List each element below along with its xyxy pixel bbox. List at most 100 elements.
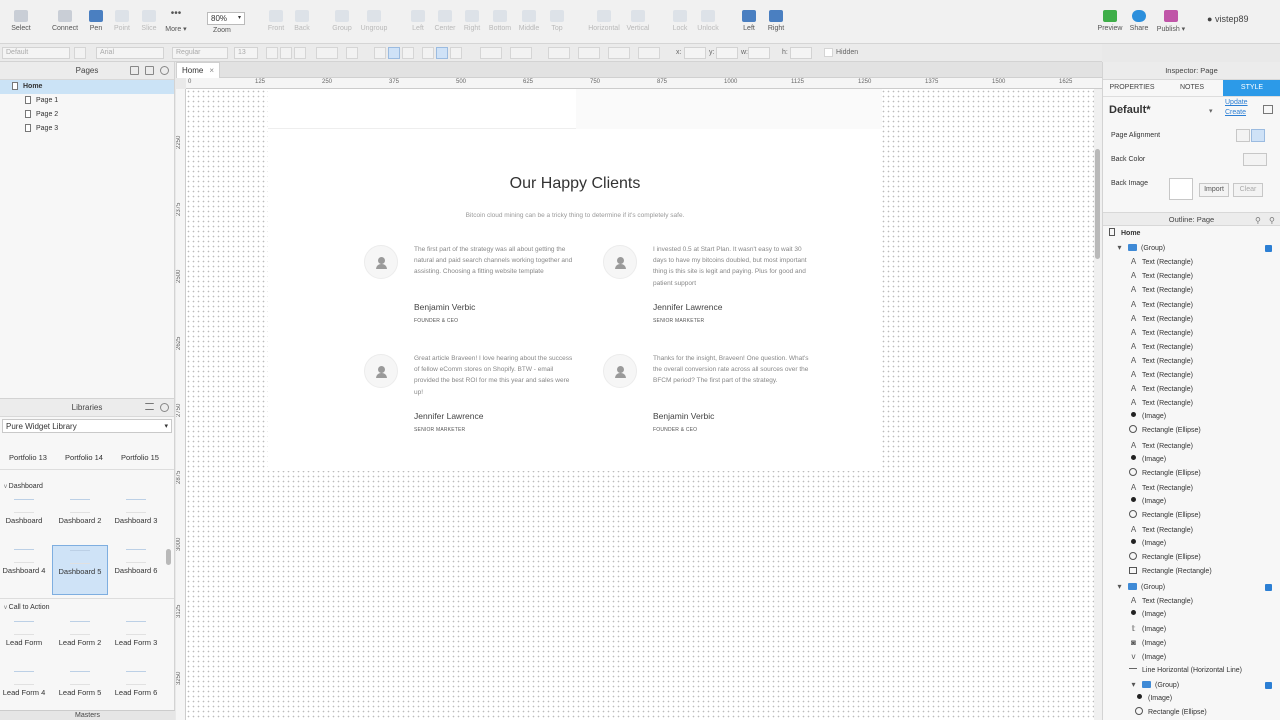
library-item-portfolio-13[interactable]: Portfolio 13 xyxy=(0,431,56,462)
library-item-lead-form-4[interactable]: Lead Form 4 xyxy=(0,667,52,713)
group-button[interactable]: Group xyxy=(326,10,358,32)
edit-style-icon[interactable] xyxy=(1263,105,1273,114)
library-item-dashboard-3[interactable]: Dashboard 3 xyxy=(108,495,164,541)
font-weight-select[interactable]: Regular xyxy=(172,47,228,59)
library-item-portfolio-14[interactable]: Portfolio 14 xyxy=(56,431,112,462)
text-align-right-button[interactable] xyxy=(402,47,414,59)
border-width-button[interactable] xyxy=(548,47,570,59)
section-subtitle[interactable]: Bitcoin cloud mining can be a tricky thi… xyxy=(268,212,882,219)
bullet-list-button[interactable] xyxy=(346,47,358,59)
page-item-page-2[interactable]: Page 2 xyxy=(0,108,174,122)
library-item-lead-form-3[interactable]: Lead Form 3 xyxy=(108,617,164,663)
width-field[interactable] xyxy=(748,47,770,59)
testimonial-role[interactable]: SENIOR MARKETER xyxy=(414,427,465,433)
outline-item[interactable]: Rectangle (Ellipse) xyxy=(1129,509,1201,523)
avatar[interactable] xyxy=(603,245,637,279)
library-item-dashboard-2[interactable]: Dashboard 2 xyxy=(52,495,108,541)
back-color-picker[interactable] xyxy=(1243,153,1267,166)
chevron-down-icon[interactable]: ▾ xyxy=(1129,678,1138,692)
publish-button[interactable]: Publish ▾ xyxy=(1154,10,1188,33)
outline-item[interactable]: A Text (Rectangle) xyxy=(1129,523,1193,537)
library-item-lead-form-2[interactable]: Lead Form 2 xyxy=(52,617,108,663)
text-align-left-button[interactable] xyxy=(374,47,386,59)
avatar[interactable] xyxy=(603,354,637,388)
testimonial-name[interactable]: Jennifer Lawrence xyxy=(653,302,722,312)
page-item-home[interactable]: Home xyxy=(0,80,174,94)
outline-item[interactable]: A Text (Rectangle) xyxy=(1129,396,1193,410)
chevron-down-icon[interactable]: ▾ xyxy=(1115,241,1124,255)
import-button[interactable]: Import xyxy=(1199,183,1229,197)
library-item-lead-form[interactable]: Lead Form xyxy=(0,617,52,663)
testimonials-section[interactable]: Our Happy Clients Bitcoin cloud mining c… xyxy=(268,129,882,471)
align-top-button[interactable]: Top xyxy=(541,10,573,32)
style-name[interactable]: Default* xyxy=(1109,104,1151,116)
search-icon[interactable] xyxy=(160,66,169,75)
outline-item[interactable]: (Image) xyxy=(1129,608,1166,622)
update-style-link[interactable]: Update xyxy=(1225,99,1248,106)
outline-item[interactable]: Rectangle (Ellipse) xyxy=(1129,551,1201,565)
fill-color-button[interactable] xyxy=(480,47,502,59)
user-menu[interactable]: ● vistep89 xyxy=(1207,14,1248,24)
canvas-vertical-scrollbar[interactable] xyxy=(1094,89,1102,720)
library-item-lead-form-6[interactable]: Lead Form 6 xyxy=(108,667,164,713)
library-item-dashboard[interactable]: Dashboard xyxy=(0,495,52,541)
outline-item[interactable]: A Text (Rectangle) xyxy=(1129,312,1193,326)
library-item-portfolio-15[interactable]: Portfolio 15 xyxy=(112,431,168,462)
tab-home[interactable]: Home × xyxy=(176,62,220,78)
testimonial-quote[interactable]: I invested 0.5 at Start Plan. It wasn't … xyxy=(653,244,813,289)
bold-button[interactable] xyxy=(266,47,278,59)
unlock-button[interactable]: Unlock xyxy=(692,10,724,32)
y-field[interactable] xyxy=(716,47,738,59)
arrow-style-button[interactable] xyxy=(608,47,630,59)
clear-button[interactable]: Clear xyxy=(1233,183,1263,197)
outline-item[interactable]: v (Image) xyxy=(1129,650,1167,664)
previous-section-image[interactable] xyxy=(576,89,882,129)
corner-radius-button[interactable] xyxy=(638,47,660,59)
testimonial-role[interactable]: FOUNDER & CEO xyxy=(653,427,697,433)
page-item-page-1[interactable]: Page 1 xyxy=(0,94,174,108)
testimonial-role[interactable]: FOUNDER & CEO xyxy=(414,318,458,324)
border-style-button[interactable] xyxy=(578,47,600,59)
outline-item[interactable]: ◙ (Image) xyxy=(1129,636,1166,650)
outline-item[interactable]: A Text (Rectangle) xyxy=(1129,340,1193,354)
hamburger-menu-icon[interactable] xyxy=(145,403,154,410)
hidden-checkbox[interactable] xyxy=(824,48,833,57)
x-field[interactable] xyxy=(684,47,706,59)
library-item-lead-form-5[interactable]: Lead Form 5 xyxy=(52,667,108,713)
back-button[interactable]: Back xyxy=(286,10,318,32)
avatar[interactable] xyxy=(364,354,398,388)
more-tools-button[interactable]: ••• More ▾ xyxy=(160,9,192,34)
outline-item[interactable]: (Image) xyxy=(1129,453,1166,467)
outline-item[interactable]: Rectangle (Rectangle) xyxy=(1129,565,1212,579)
valign-top-button[interactable] xyxy=(422,47,434,59)
align-bottom-button[interactable]: Bottom xyxy=(484,10,516,32)
valign-bottom-button[interactable] xyxy=(450,47,462,59)
outline-item[interactable]: (Image) xyxy=(1135,692,1172,706)
text-align-center-button[interactable] xyxy=(388,47,400,59)
scrollbar-thumb[interactable] xyxy=(1095,149,1100,259)
border-color-button[interactable] xyxy=(510,47,532,59)
italic-button[interactable] xyxy=(280,47,292,59)
masters-panel-header[interactable]: Masters xyxy=(0,710,175,720)
design-canvas[interactable]: Our Happy Clients Bitcoin cloud mining c… xyxy=(186,89,1094,720)
outline-item[interactable]: 𝕥 (Image) xyxy=(1129,622,1167,636)
back-image-preview[interactable] xyxy=(1169,178,1193,200)
style-select[interactable]: Default xyxy=(2,47,70,59)
tab-style[interactable]: STYLE xyxy=(1223,80,1280,96)
outline-item[interactable]: A Text (Rectangle) xyxy=(1129,594,1193,608)
add-folder-icon[interactable] xyxy=(145,66,154,75)
outline-item[interactable]: A Text (Rectangle) xyxy=(1129,269,1193,283)
testimonial-quote[interactable]: The first part of the strategy was all a… xyxy=(414,244,574,278)
align-page-left-button[interactable] xyxy=(1236,129,1250,142)
outline-item[interactable]: A Text (Rectangle) xyxy=(1129,481,1193,495)
add-page-icon[interactable] xyxy=(130,66,139,75)
outline-item[interactable]: A Text (Rectangle) xyxy=(1129,326,1193,340)
search-icon[interactable]: ⚲ xyxy=(1269,214,1275,228)
outline-item[interactable]: (Image) xyxy=(1129,495,1166,509)
libraries-scrollbar[interactable] xyxy=(166,549,171,565)
library-item-dashboard-5[interactable]: Dashboard 5 xyxy=(52,545,108,595)
outline-item[interactable]: A Text (Rectangle) xyxy=(1129,298,1193,312)
close-icon[interactable]: × xyxy=(209,63,214,78)
library-item-dashboard-4[interactable]: Dashboard 4 xyxy=(0,545,52,591)
distribute-vertical-button[interactable]: Vertical xyxy=(620,10,656,32)
